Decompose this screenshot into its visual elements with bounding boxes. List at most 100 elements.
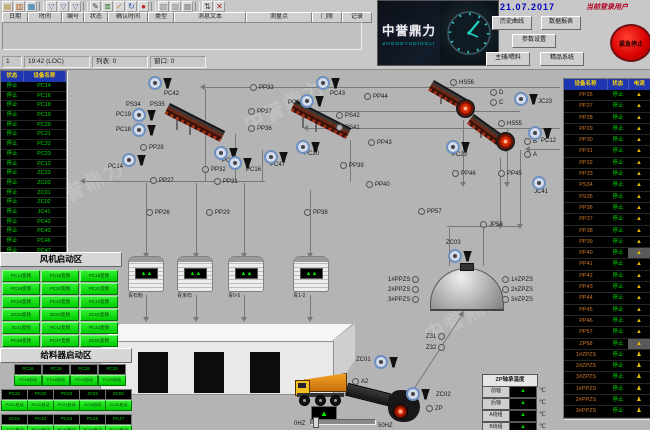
status-dot-icon[interactable]	[250, 84, 257, 91]
status-dot-icon[interactable]	[364, 93, 371, 100]
feeder-start-button[interactable]: PC23启动	[53, 400, 80, 411]
device-row[interactable]: PP33停止▲	[564, 169, 650, 180]
feeder-fan-icon[interactable]	[300, 94, 324, 108]
device-row[interactable]: 停止PC42	[1, 218, 66, 228]
filter-3-icon[interactable]: ▽	[70, 1, 81, 12]
device-row[interactable]: 停止JC41	[1, 208, 66, 218]
device-row[interactable]: 1#PPZS停止♟	[564, 384, 650, 395]
status-dot-icon[interactable]	[490, 99, 497, 106]
feeder-fan-icon[interactable]	[406, 387, 430, 401]
feeder-fan-icon[interactable]	[228, 156, 252, 170]
device-row[interactable]: 3#ZPZS停止♟	[564, 372, 650, 383]
refresh-icon[interactable]: ↻	[126, 1, 137, 12]
save-icon[interactable]: ▦	[26, 1, 37, 12]
feeder-start-button[interactable]: ZC02启动	[105, 400, 132, 411]
device-row[interactable]: PP36停止▲	[564, 203, 650, 214]
device-row[interactable]: PP29停止▲	[564, 124, 650, 135]
status-dot-icon[interactable]	[366, 181, 373, 188]
device-row[interactable]: PP26停止▲	[564, 90, 650, 101]
status-dot-icon[interactable]	[498, 120, 505, 127]
device-row[interactable]: ZP58停止▲	[564, 339, 650, 350]
alarm-list[interactable]	[2, 22, 362, 50]
crusher-icon[interactable]	[496, 132, 515, 151]
status-dot-icon[interactable]	[206, 209, 213, 216]
fan-start-button[interactable]: PC22变频	[2, 296, 40, 308]
device-row[interactable]: PP32停止▲	[564, 158, 650, 169]
device-row[interactable]: 停止PC46	[1, 237, 66, 247]
device-row[interactable]: 停止ZC23	[1, 169, 66, 179]
feeder-fan-icon[interactable]	[264, 150, 288, 164]
status-dot-icon[interactable]	[418, 208, 425, 215]
status-dot-icon[interactable]	[502, 276, 509, 283]
feeder-start-button[interactable]: ZC01启动	[1, 425, 28, 430]
feeder-start-button[interactable]: JC23启动	[79, 400, 106, 411]
fan-start-button[interactable]: PC20变频	[41, 283, 79, 295]
fan-start-button[interactable]: ZC02变频	[80, 309, 118, 321]
status-dot-icon[interactable]	[202, 166, 209, 173]
status-dot-icon[interactable]	[340, 162, 347, 169]
device-row[interactable]: 停止PC23	[1, 150, 66, 160]
device-row[interactable]: 2#ZPZS停止♟	[564, 361, 650, 372]
device-row[interactable]: 停止PC14	[1, 82, 66, 92]
device-row[interactable]: PP42停止▲	[564, 271, 650, 282]
status-dot-icon[interactable]	[524, 151, 531, 158]
device-row[interactable]: PP31停止▲	[564, 146, 650, 157]
device-row[interactable]: 停止PC20	[1, 121, 66, 131]
frequency-slider[interactable]	[310, 419, 376, 425]
fan-start-button[interactable]: PC16变频	[41, 270, 79, 282]
feeder-start-button[interactable]: PC46启动	[79, 425, 106, 430]
list-check-icon[interactable]: ≣	[102, 1, 113, 12]
feeder-start-button[interactable]: PC22启动	[27, 400, 54, 411]
device-row[interactable]: 停止PC21	[1, 130, 66, 140]
status-dot-icon[interactable]	[426, 405, 433, 412]
fan-start-button[interactable]: ZC01变频	[80, 335, 118, 347]
status-dot-icon[interactable]	[214, 178, 221, 185]
device-row[interactable]: PP57停止▲	[564, 327, 650, 338]
fan-only-icon[interactable]	[532, 176, 546, 190]
nav-button-2[interactable]: 数据报表	[541, 16, 581, 30]
status-dot-icon[interactable]	[248, 108, 255, 115]
status-dot-icon[interactable]	[498, 170, 505, 177]
fan-start-button[interactable]: PC12变频	[80, 296, 118, 308]
feeder-start-button[interactable]: PC20启动	[98, 375, 126, 386]
crusher-icon[interactable]	[456, 99, 475, 118]
table-2-icon[interactable]: ▨	[170, 1, 181, 12]
device-row[interactable]: 停止PC22	[1, 140, 66, 150]
device-row[interactable]: PS34停止▲	[564, 180, 650, 191]
device-row[interactable]: PP46停止▲	[564, 316, 650, 327]
feeder-start-button[interactable]: PC18启动	[42, 375, 70, 386]
filter-1-icon[interactable]: ▽	[46, 1, 57, 12]
table-3-icon[interactable]: ▩	[182, 1, 193, 12]
feeder-fan-icon[interactable]	[296, 140, 320, 154]
feeder-fan-icon[interactable]	[316, 76, 340, 90]
feeder-fan-icon[interactable]	[514, 92, 538, 106]
device-row[interactable]: PS35停止▲	[564, 192, 650, 203]
emergency-stop-button[interactable]: 紧急停止	[610, 24, 650, 62]
sort-icon[interactable]: ⇅	[202, 1, 213, 12]
table-1-icon[interactable]: ▧	[158, 1, 169, 12]
device-row[interactable]: 停止PC43	[1, 227, 66, 237]
device-row[interactable]: 停止ZC03	[1, 179, 66, 189]
device-row[interactable]: 停止PC16	[1, 92, 66, 102]
device-row[interactable]: PP43停止▲	[564, 282, 650, 293]
filter-2-icon[interactable]: ▽	[58, 1, 69, 12]
fan-start-button[interactable]: ZC03变频	[41, 309, 79, 321]
status-dot-icon[interactable]	[438, 333, 445, 340]
nav-button-3[interactable]: 参数设置	[512, 34, 556, 48]
feeder-fan-icon[interactable]	[374, 355, 398, 369]
fan-start-button[interactable]: PC43变频	[80, 322, 118, 334]
fan-start-button[interactable]: PC14变频	[2, 270, 40, 282]
device-row[interactable]: PP30停止▲	[564, 135, 650, 146]
feeder-start-button[interactable]: PC21启动	[1, 400, 28, 411]
close-icon[interactable]: ✕	[214, 1, 225, 12]
nav-button-1[interactable]: 历史曲线	[492, 16, 532, 30]
fan-start-button[interactable]: PC18变频	[80, 270, 118, 282]
device-row[interactable]: 2#PPZS停止♟	[564, 395, 650, 406]
status-dot-icon[interactable]	[248, 125, 255, 132]
device-row[interactable]: PP37停止▲	[564, 214, 650, 225]
status-dot-icon[interactable]	[150, 177, 157, 184]
feeder-fan-icon[interactable]	[132, 108, 156, 122]
feeder-fan-icon[interactable]	[448, 249, 472, 263]
fan-start-button[interactable]: ZC23变频	[2, 309, 40, 321]
status-dot-icon[interactable]	[336, 112, 343, 119]
